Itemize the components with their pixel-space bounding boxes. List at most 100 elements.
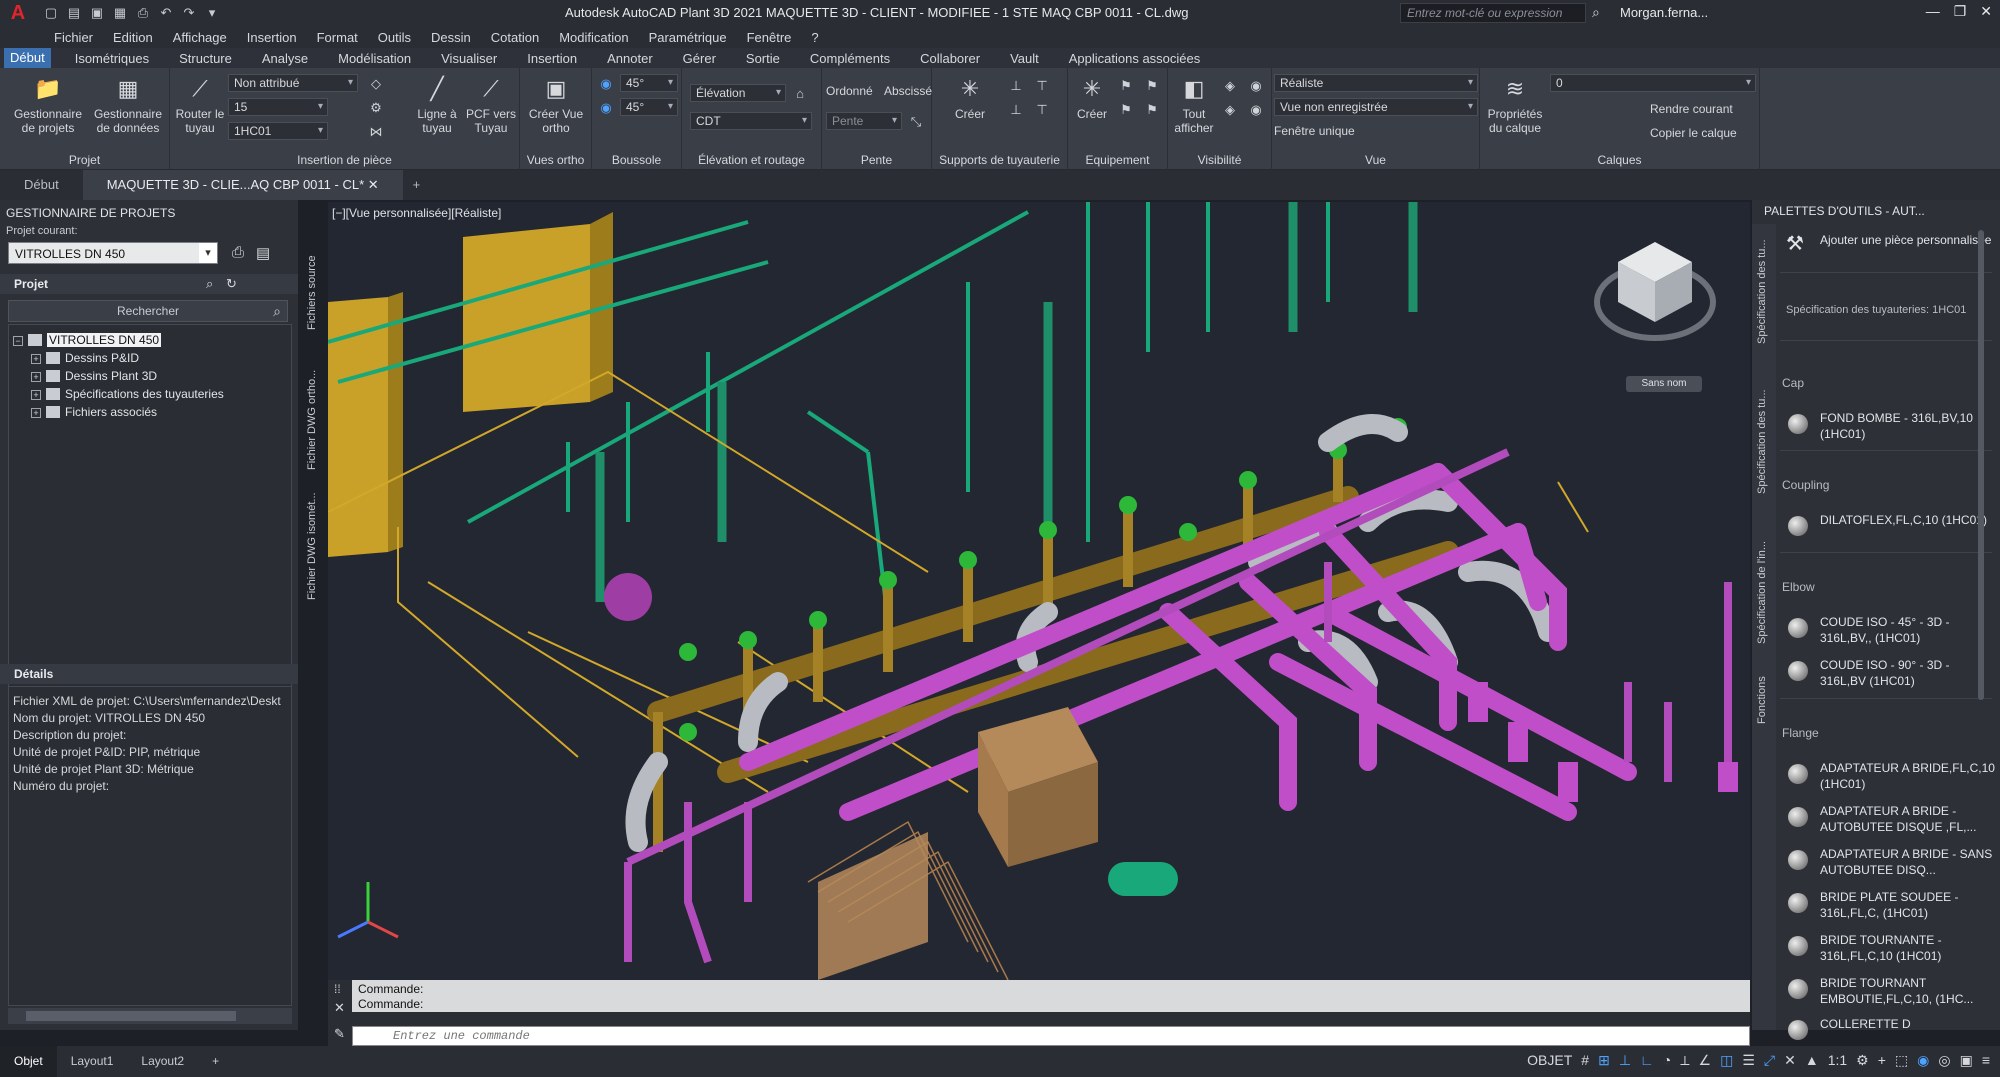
panel-label[interactable]: Élévation et routage <box>682 153 821 167</box>
tab-annoter[interactable]: Annoter <box>601 51 659 66</box>
add-layout-button[interactable]: + <box>198 1046 233 1077</box>
new-tab-button[interactable]: + <box>403 170 431 200</box>
isodraft-icon[interactable]: ⟂ <box>1680 1052 1689 1069</box>
panel-label[interactable]: Insertion de pièce <box>170 153 519 167</box>
close-tab-icon[interactable]: ✕ <box>368 177 379 192</box>
equipment-block[interactable] <box>328 297 388 557</box>
saveas-icon[interactable]: ▦ <box>113 5 127 21</box>
visual-style-select[interactable]: Réaliste <box>1274 74 1478 92</box>
add-custom-part[interactable]: ⚒ Ajouter une pièce personnalisée <box>1780 232 1998 266</box>
support-tool-icon[interactable]: ⊤ <box>1034 102 1050 118</box>
undo-icon[interactable]: ↶ <box>159 5 173 21</box>
layout-tab-1[interactable]: Layout1 <box>57 1046 128 1077</box>
panel-label[interactable]: Boussole <box>592 153 681 167</box>
layer-select[interactable]: 0 <box>1550 74 1756 92</box>
vtab-fonctions[interactable]: Fonctions <box>1756 676 1768 724</box>
osnap-icon[interactable]: ∠ <box>1699 1052 1712 1069</box>
angle-select-2[interactable]: 45° <box>620 98 678 116</box>
menu-outils[interactable]: Outils <box>378 30 411 45</box>
menu-fichier[interactable]: Fichier <box>54 30 93 45</box>
doc-tab-drawing[interactable]: MAQUETTE 3D - CLIE...AQ CBP 0011 - CL* ✕ <box>82 170 403 200</box>
plot-icon[interactable]: ⎙ <box>136 5 150 21</box>
plus-icon[interactable]: + <box>1878 1052 1886 1069</box>
polar-icon[interactable]: ◔ <box>1663 1052 1671 1069</box>
tab-sortie[interactable]: Sortie <box>740 51 786 66</box>
viewcube[interactable] <box>1592 232 1718 362</box>
compass-icon[interactable]: ◉ <box>598 100 614 116</box>
line-number-select[interactable]: Non attribué <box>228 74 358 92</box>
viewport-controls[interactable]: [−][Vue personnalisée][Réaliste] <box>332 206 501 220</box>
expand-icon[interactable]: + <box>31 390 41 400</box>
slope-icon[interactable]: ⤡ <box>908 114 924 130</box>
tab-structure[interactable]: Structure <box>173 51 238 66</box>
elevation-input[interactable]: Élévation <box>690 84 786 102</box>
close-icon[interactable]: ✕ <box>1980 3 1992 20</box>
project-manager-button[interactable]: 📁 Gestionnaire de projets <box>8 74 88 136</box>
slope-input[interactable]: Pente <box>826 112 902 130</box>
user-account[interactable]: Morgan.ferna... <box>1620 5 1708 20</box>
project-search-input[interactable]: Rechercher ⌕ <box>8 300 288 322</box>
layout-tab-2[interactable]: Layout2 <box>127 1046 198 1077</box>
menu-help[interactable]: ? <box>811 30 818 45</box>
save-icon[interactable]: ▣ <box>90 5 104 21</box>
pipeline-button[interactable]: ╱ Ligne à tuyau <box>412 74 462 136</box>
grid-icon[interactable]: # <box>1581 1052 1589 1069</box>
restore-icon[interactable]: ❐ <box>1954 3 1967 20</box>
tab-collaborer[interactable]: Collaborer <box>914 51 986 66</box>
redo-icon[interactable]: ↷ <box>182 5 196 21</box>
tab-analyse[interactable]: Analyse <box>256 51 314 66</box>
tree-item-specs[interactable]: + Spécifications des tuyauteries <box>31 387 224 401</box>
command-grip-icon[interactable]: ⁞⁞ <box>334 982 341 996</box>
isolate-objects-icon[interactable]: ◉ <box>1917 1052 1929 1069</box>
autocad-logo[interactable]: A <box>0 0 36 26</box>
panel-label[interactable]: Visibilité <box>1168 153 1271 167</box>
support-tool-icon[interactable]: ⊥ <box>1008 78 1024 94</box>
panel-label[interactable]: Vues ortho <box>520 153 591 167</box>
open-icon[interactable]: ▤ <box>67 5 81 21</box>
tag-icon[interactable]: ◇ <box>368 76 384 92</box>
tab-vault[interactable]: Vault <box>1004 51 1045 66</box>
equipment-tool-icon[interactable]: ⚑ <box>1144 102 1160 118</box>
qat-dropdown-icon[interactable]: ▾ <box>205 5 219 21</box>
search-icon[interactable]: ⌕ <box>273 301 281 321</box>
snap-icon[interactable]: ⊞ <box>1598 1052 1610 1069</box>
tab-modelisation[interactable]: Modélisation <box>332 51 417 66</box>
isolate-icon[interactable]: ◈ <box>1222 78 1238 94</box>
collapse-icon[interactable]: − <box>13 336 23 346</box>
compass-icon[interactable]: ◉ <box>598 76 614 92</box>
named-view-select[interactable]: Vue non enregistrée <box>1274 98 1478 116</box>
hardware-accel-icon[interactable]: ◎ <box>1938 1052 1950 1069</box>
panel-label[interactable]: Equipement <box>1068 153 1167 167</box>
dynamic-ucs-icon[interactable]: ⤢ <box>1764 1052 1775 1069</box>
size-select[interactable]: 15 <box>228 98 328 116</box>
doc-tab-start[interactable]: Début <box>0 170 83 200</box>
panel-label[interactable]: Supports de tuyauterie <box>932 153 1067 167</box>
annotation-scale[interactable]: 1:1 <box>1828 1052 1847 1069</box>
copy-layer-button[interactable]: Copier le calque <box>1650 126 1737 140</box>
search-icon[interactable]: ⌕ <box>1592 4 1600 21</box>
menu-parametrique[interactable]: Paramétrique <box>649 30 727 45</box>
expand-icon[interactable]: + <box>31 372 41 382</box>
vtab-iso-dwg[interactable]: Fichier DWG isomét... <box>306 492 318 600</box>
abscisse-label[interactable]: Abscissé <box>884 84 932 98</box>
menu-affichage[interactable]: Affichage <box>173 30 227 45</box>
infer-icon[interactable]: ⊥ <box>1619 1052 1631 1069</box>
spec-select[interactable]: 1HC01 <box>228 122 328 140</box>
tree-item-plant3d[interactable]: + Dessins Plant 3D <box>31 369 157 383</box>
expand-icon[interactable]: + <box>31 408 41 418</box>
green-tank[interactable] <box>1108 862 1178 896</box>
customize-icon[interactable]: ✎ <box>334 1026 345 1042</box>
minimize-icon[interactable]: — <box>1926 3 1940 20</box>
tab-visualiser[interactable]: Visualiser <box>435 51 503 66</box>
panel-label[interactable]: Pente <box>822 153 931 167</box>
vtab-spec-1[interactable]: Spécification des tu... <box>1756 239 1768 344</box>
cdt-select[interactable]: CDT <box>690 112 812 130</box>
tool-icon[interactable]: ⚙ <box>368 100 384 116</box>
vtab-source-files[interactable]: Fichiers source <box>306 255 318 330</box>
equipment-tool-icon[interactable]: ⚑ <box>1144 78 1160 94</box>
help-search-input[interactable]: Entrez mot-clé ou expression <box>1400 3 1586 23</box>
panel-label[interactable]: Projet <box>0 153 169 167</box>
show-all-button[interactable]: ◧ Tout afficher <box>1172 74 1216 136</box>
menu-edition[interactable]: Edition <box>113 30 153 45</box>
support-tool-icon[interactable]: ⊤ <box>1034 78 1050 94</box>
